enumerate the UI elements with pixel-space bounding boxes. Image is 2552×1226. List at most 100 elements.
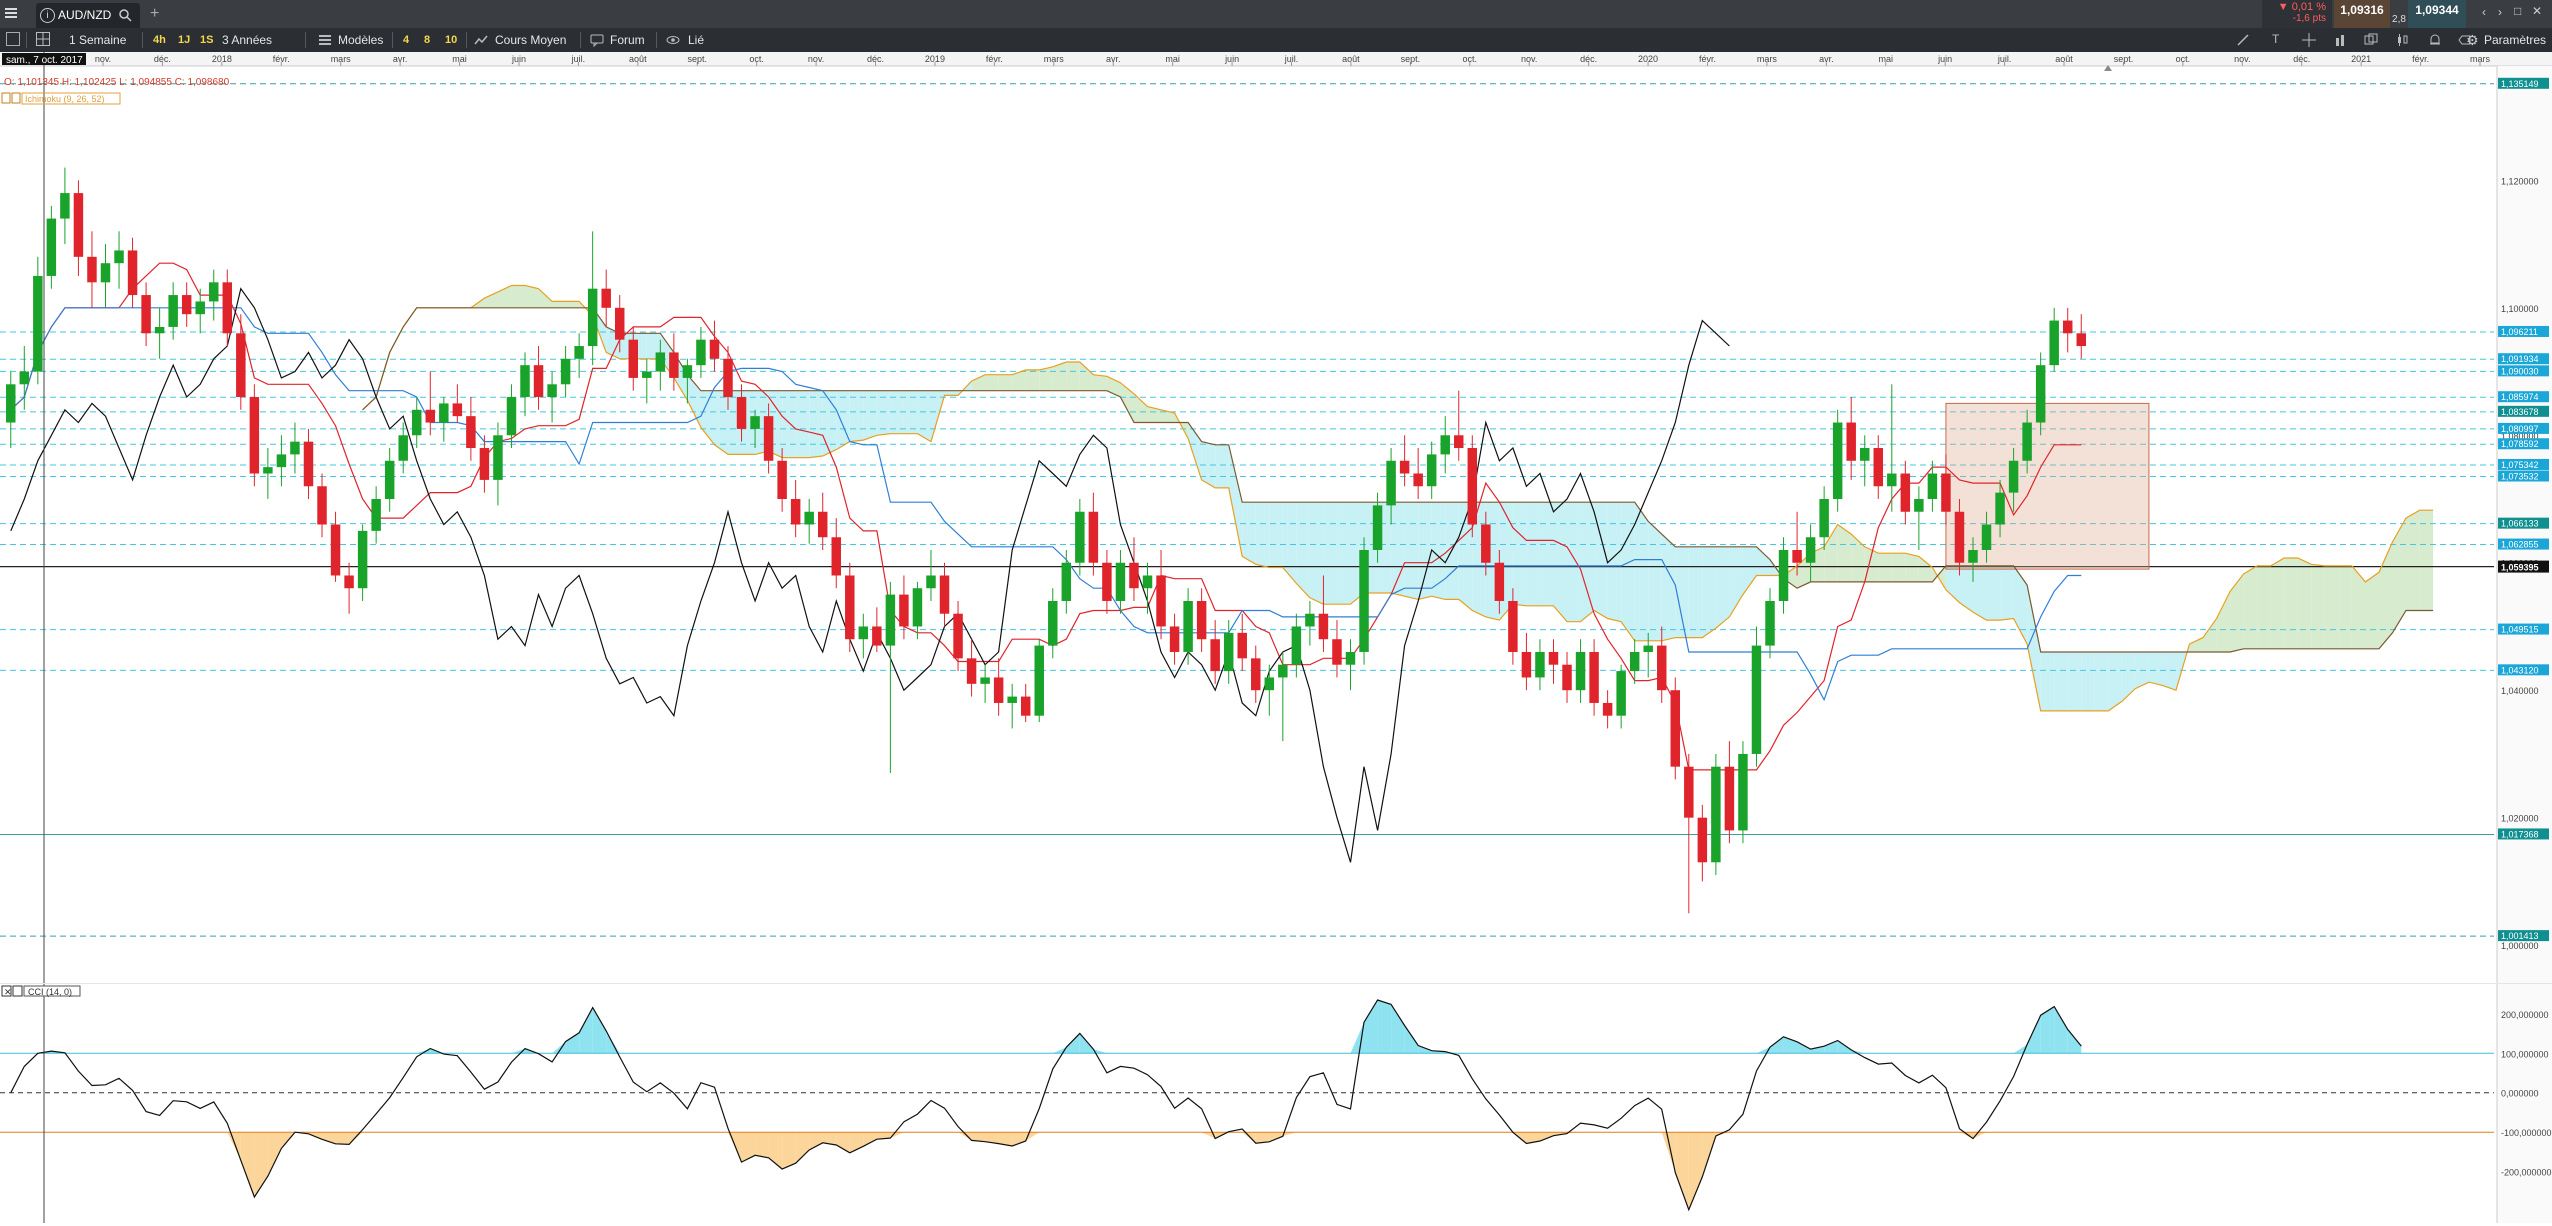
tab-symbol[interactable]: i AUD/NZD xyxy=(36,3,140,28)
cloud-segment xyxy=(2149,652,2163,685)
cloud-segment xyxy=(2298,558,2312,649)
cloud-segment xyxy=(1662,534,1676,641)
price-tag-label: 1,080997 xyxy=(2501,424,2539,434)
candle xyxy=(1738,741,1747,843)
candle-body xyxy=(371,499,380,531)
candle-body xyxy=(886,595,895,646)
cci-collapse-icon[interactable] xyxy=(13,986,22,996)
models-button[interactable]: Modèles xyxy=(338,28,383,52)
range-4h-button[interactable]: 4h xyxy=(153,28,166,52)
cloud-segment xyxy=(2284,558,2298,649)
candle-body xyxy=(1278,665,1287,678)
window-next-icon[interactable]: › xyxy=(2498,5,2502,19)
preset-10-button[interactable]: 10 xyxy=(445,28,457,52)
new-tab-button[interactable]: + xyxy=(150,5,159,23)
candle-body xyxy=(1197,601,1206,639)
time-label: févr. xyxy=(986,54,1003,64)
cloud-segment xyxy=(2041,652,2055,711)
price-mode-select[interactable]: Cours Moyen xyxy=(495,28,566,52)
candle-body xyxy=(872,626,881,645)
candle-body xyxy=(574,346,583,359)
maximize-icon[interactable]: □ xyxy=(2514,4,2521,18)
cloud-segment xyxy=(2338,566,2352,649)
grid-icon[interactable] xyxy=(36,32,50,49)
cloud-segment xyxy=(1526,502,1540,606)
candle-body xyxy=(2009,461,2018,493)
candle xyxy=(33,257,42,384)
time-label: févr. xyxy=(2412,54,2429,64)
close-icon[interactable]: ✕ xyxy=(2532,4,2542,18)
range-1j-button[interactable]: 1J xyxy=(178,28,190,52)
price-tick: 1,000000 xyxy=(2501,941,2539,951)
ask-button[interactable]: 1,09344 xyxy=(2408,0,2466,28)
candle-body xyxy=(209,282,218,301)
chart-type-icon[interactable] xyxy=(2396,33,2410,50)
candle-body xyxy=(994,677,1003,702)
candle-body xyxy=(1495,563,1504,601)
candle-body xyxy=(1319,614,1328,639)
models-icon[interactable] xyxy=(318,33,332,50)
forum-icon[interactable] xyxy=(590,33,604,50)
preset-4-button[interactable]: 4 xyxy=(403,28,409,52)
alerts-icon[interactable] xyxy=(2428,33,2442,50)
candle-body xyxy=(913,588,922,626)
layout-icon[interactable] xyxy=(6,32,20,46)
candle-body xyxy=(1738,754,1747,830)
compare-icon[interactable] xyxy=(2364,33,2378,50)
price-mode-icon[interactable] xyxy=(474,33,488,50)
settings-button[interactable]: Paramètres xyxy=(2484,28,2546,52)
candle-body xyxy=(1035,646,1044,716)
candle-body xyxy=(1237,633,1246,658)
candle-body xyxy=(1048,601,1057,646)
chart-toolbar: 1 Semaine 4h 1J 1S 3 Années Modèles 4 8 … xyxy=(0,28,2552,52)
candle-body xyxy=(398,435,407,460)
link-icon[interactable] xyxy=(666,33,680,50)
candle-body xyxy=(1684,767,1693,818)
drawn-rectangle[interactable] xyxy=(1946,403,2149,569)
price-tag-label: 1,090030 xyxy=(2501,366,2539,376)
text-tool-icon[interactable]: T xyxy=(2272,32,2279,46)
cloud-segment xyxy=(1337,502,1351,604)
cloud-segment xyxy=(863,391,877,440)
candle-body xyxy=(168,295,177,327)
price-tag-label: 1,096211 xyxy=(2501,327,2538,337)
candle-body xyxy=(1833,423,1842,499)
cloud-segment xyxy=(999,375,1013,391)
time-label: déc. xyxy=(2293,54,2310,64)
candle-body xyxy=(1725,767,1734,831)
candle-body xyxy=(656,352,665,371)
candle-body xyxy=(1210,639,1219,671)
price-tag-label: 1,043120 xyxy=(2501,665,2539,675)
candle-body xyxy=(128,250,137,295)
draw-icon[interactable] xyxy=(2236,33,2250,50)
range-select[interactable]: 3 Années xyxy=(222,28,272,52)
search-icon[interactable] xyxy=(118,8,132,25)
cloud-segment xyxy=(2365,572,2379,648)
candle-body xyxy=(1413,474,1422,487)
candle-body xyxy=(493,435,502,480)
preset-8-button[interactable]: 8 xyxy=(424,28,430,52)
candle-body xyxy=(683,365,692,378)
bid-button[interactable]: 1,09316 xyxy=(2334,0,2390,28)
range-1s-button[interactable]: 1S xyxy=(200,28,213,52)
gear-icon[interactable]: ⚙ xyxy=(2466,32,2479,49)
candle-body xyxy=(791,499,800,524)
chart-area[interactable]: nov.déc.2018févr.marsavr.maijuinjuil.aoû… xyxy=(0,52,2552,1223)
candle-body xyxy=(1698,818,1707,863)
linked-button[interactable]: Lié xyxy=(688,28,704,52)
period-select[interactable]: 1 Semaine xyxy=(69,28,126,52)
time-label: mars xyxy=(331,54,351,64)
menu-icon[interactable] xyxy=(2,5,20,23)
change-percent: ▼ 0,01 % xyxy=(2262,0,2332,13)
info-icon[interactable]: i xyxy=(40,8,55,23)
cci-oversold-fill xyxy=(336,1132,350,1144)
price-tick: 1,100000 xyxy=(2501,304,2539,314)
candle-body xyxy=(1292,626,1301,664)
candle-body xyxy=(750,416,759,429)
forum-button[interactable]: Forum xyxy=(610,28,645,52)
price-chart[interactable]: nov.déc.2018févr.marsavr.maijuinjuil.aoû… xyxy=(0,52,2552,1223)
crosshair-icon[interactable] xyxy=(2302,33,2316,50)
indicators-icon[interactable] xyxy=(2334,33,2348,50)
window-prev-icon[interactable]: ‹ xyxy=(2482,5,2486,19)
candle-body xyxy=(1928,474,1937,499)
